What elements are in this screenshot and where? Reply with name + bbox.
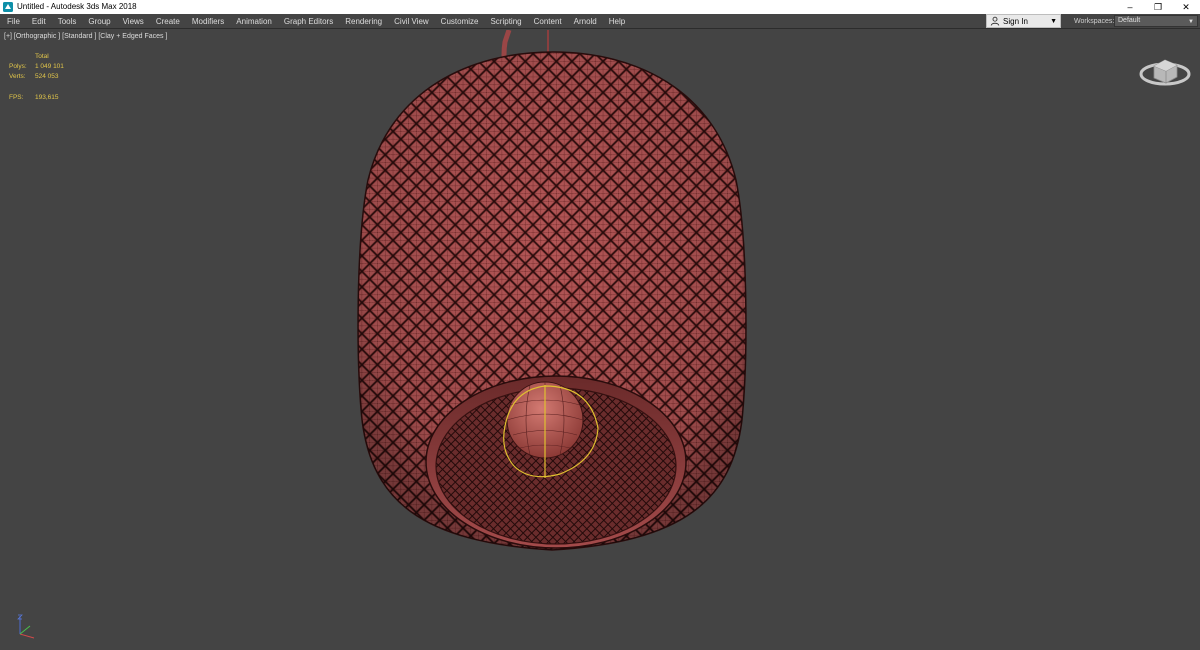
menu-modifiers[interactable]: Modifiers	[186, 14, 230, 29]
stats-verts-value: 524 053	[35, 73, 59, 80]
stats-polys-value: 1 049 101	[35, 63, 64, 70]
menu-customize[interactable]: Customize	[435, 14, 485, 29]
workspaces-select[interactable]: Default ▼	[1114, 15, 1198, 27]
viewport-label[interactable]: [+] [Orthographic ] [Standard ] [Clay + …	[4, 33, 167, 40]
menu-help[interactable]: Help	[603, 14, 631, 29]
user-icon	[990, 16, 1000, 26]
menu-arnold[interactable]: Arnold	[568, 14, 603, 29]
workspaces-label: Workspaces:	[1074, 18, 1115, 25]
menu-edit[interactable]: Edit	[26, 14, 52, 29]
menu-scripting[interactable]: Scripting	[484, 14, 527, 29]
viewcube-icon[interactable]	[1138, 48, 1192, 88]
sign-in-dropdown[interactable]: Sign In ▼	[986, 14, 1061, 28]
title-bar: Untitled - Autodesk 3ds Max 2018 – ❐ ✕	[0, 0, 1200, 14]
menu-file[interactable]: File	[0, 14, 26, 29]
window-controls: – ❐ ✕	[1116, 0, 1200, 14]
stats-total-header: Total	[35, 53, 49, 60]
chevron-down-icon: ▼	[1050, 18, 1057, 25]
viewport-perspective[interactable]: [+] [Orthographic ] [Standard ] [Clay + …	[0, 30, 1200, 650]
menu-animation[interactable]: Animation	[230, 14, 278, 29]
chevron-down-icon: ▼	[1188, 19, 1194, 25]
close-button[interactable]: ✕	[1172, 0, 1200, 14]
sign-in-label: Sign In	[1003, 16, 1028, 26]
restore-button[interactable]: ❐	[1144, 0, 1172, 14]
stats-fps-label: FPS:	[9, 94, 24, 101]
menu-tools[interactable]: Tools	[52, 14, 83, 29]
lamp-mesh-render	[357, 30, 747, 551]
menu-graph-editors[interactable]: Graph Editors	[278, 14, 339, 29]
stats-polys-label: Polys:	[9, 63, 27, 70]
menu-create[interactable]: Create	[150, 14, 186, 29]
axis-tripod-icon	[17, 614, 35, 639]
menu-group[interactable]: Group	[82, 14, 116, 29]
window-title: Untitled - Autodesk 3ds Max 2018	[17, 2, 137, 11]
app-logo-icon	[3, 2, 13, 12]
workspaces-value: Default	[1118, 17, 1141, 24]
stats-fps-value: 193,615	[35, 94, 59, 101]
menu-rendering[interactable]: Rendering	[339, 14, 388, 29]
menu-views[interactable]: Views	[117, 14, 150, 29]
stats-verts-label: Verts:	[9, 73, 26, 80]
menu-civil-view[interactable]: Civil View	[388, 14, 435, 29]
menu-content[interactable]: Content	[528, 14, 568, 29]
minimize-button[interactable]: –	[1116, 0, 1144, 14]
